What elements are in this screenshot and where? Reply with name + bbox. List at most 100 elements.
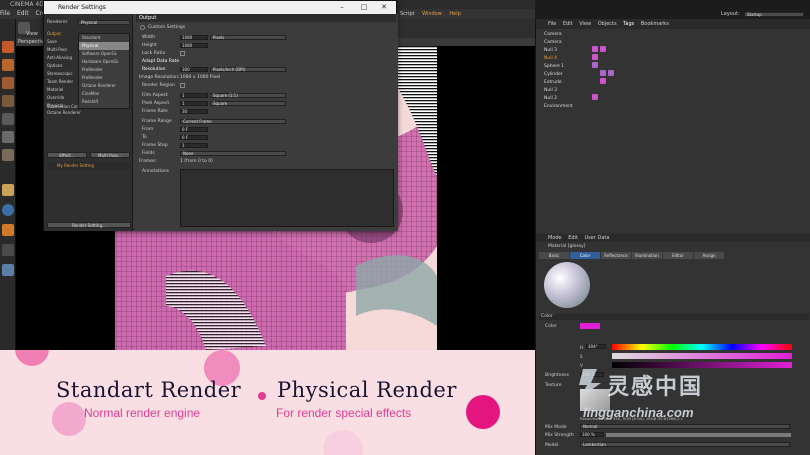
frame-step-field[interactable]: 1 xyxy=(180,143,208,148)
tab-assign[interactable]: Assign xyxy=(694,252,724,259)
polygon-tool-icon[interactable] xyxy=(2,131,14,143)
sidebar-item-output[interactable]: Output xyxy=(47,30,77,38)
renderer-option-cineman[interactable]: CineMan xyxy=(79,90,129,98)
close-icon[interactable]: ✕ xyxy=(374,1,394,14)
hue-slider[interactable] xyxy=(612,344,792,350)
sidebar-item-options[interactable]: Options xyxy=(47,62,77,70)
sidebar-item-material-override[interactable]: Material Override xyxy=(47,86,77,102)
select-tool-icon[interactable] xyxy=(2,41,14,53)
mix-strength-slider[interactable] xyxy=(606,433,791,437)
fields-select[interactable]: None xyxy=(180,151,286,156)
menu-file[interactable]: File xyxy=(0,10,10,17)
material-tag-icon[interactable] xyxy=(592,54,598,60)
move-tool-icon[interactable] xyxy=(2,59,14,71)
tab-reflectance[interactable]: Reflectance xyxy=(601,252,631,259)
object-row[interactable]: Null 3 xyxy=(544,87,557,95)
renderer-option-prorender-2[interactable]: ProRender xyxy=(79,74,129,82)
attr-menu-mode[interactable]: Mode xyxy=(548,235,562,241)
dialog-titlebar[interactable]: Render Settings – □ ✕ xyxy=(44,1,396,14)
menu-window[interactable]: Window xyxy=(422,11,442,17)
renderer-select[interactable]: Physical xyxy=(78,20,130,25)
attr-menu-user-data[interactable]: User Data xyxy=(585,235,610,241)
maximize-icon[interactable]: □ xyxy=(354,1,374,14)
texture-tool-icon[interactable] xyxy=(2,184,14,196)
custom-settings-toggle[interactable] xyxy=(140,25,145,30)
render-region-checkbox[interactable] xyxy=(180,83,185,88)
material-tag-icon[interactable] xyxy=(592,94,598,100)
model-select[interactable]: Lambertian xyxy=(580,442,790,447)
material-tag-icon[interactable] xyxy=(600,78,606,84)
my-render-setting[interactable]: My Render Setting xyxy=(47,162,131,169)
menu-help[interactable]: Help xyxy=(449,11,460,17)
lock-icon[interactable] xyxy=(2,224,14,236)
resolution-unit-select[interactable]: Pixels/Inch (DPI) xyxy=(210,67,286,72)
sidebar-item-multipass[interactable]: Multi-Pass xyxy=(47,46,77,54)
snap-icon[interactable] xyxy=(2,204,14,216)
tab-basic[interactable]: Basic xyxy=(539,252,569,259)
axis-icon[interactable] xyxy=(2,264,14,276)
obj-menu-bookmarks[interactable]: Bookmarks xyxy=(641,21,669,27)
minimize-icon[interactable]: – xyxy=(332,1,352,14)
object-row[interactable]: Camera xyxy=(544,39,562,47)
sidebar-item-save[interactable]: Save xyxy=(47,38,77,46)
object-row[interactable]: Sphere 1 xyxy=(544,63,564,71)
color-swatch[interactable] xyxy=(580,323,600,329)
tab-illumination[interactable]: Illumination xyxy=(632,252,662,259)
h-field[interactable]: 304° xyxy=(586,344,606,349)
sidebar-item-team-render[interactable]: Team Render xyxy=(47,78,77,86)
renderer-option-physical[interactable]: Physical xyxy=(79,42,129,50)
material-tag-icon[interactable] xyxy=(592,46,598,52)
renderer-option-software-opengl[interactable]: Software OpenGL xyxy=(79,50,129,58)
resolution-field[interactable]: 300 xyxy=(180,67,208,72)
layout-select[interactable]: Startup xyxy=(744,12,804,17)
material-tag-icon[interactable] xyxy=(592,62,598,68)
effect-button[interactable]: Effect... xyxy=(47,152,87,158)
object-row[interactable]: Extrude xyxy=(544,79,562,87)
width-field[interactable]: 1080 xyxy=(180,35,208,40)
object-row[interactable]: Camera xyxy=(544,31,562,39)
render-setting-button[interactable]: Render Setting... xyxy=(47,222,131,228)
film-aspect-field[interactable]: 1 xyxy=(180,93,208,98)
grid-icon[interactable] xyxy=(2,244,14,256)
width-unit-select[interactable]: Pixels xyxy=(210,35,286,40)
menu-script[interactable]: Script xyxy=(400,11,415,17)
object-row[interactable]: Null 3 xyxy=(544,47,557,55)
cube-tool-icon[interactable] xyxy=(2,113,14,125)
sidebar-item-anti-aliasing[interactable]: Anti-Aliasing xyxy=(47,54,77,62)
obj-menu-file[interactable]: File xyxy=(548,21,556,27)
height-field[interactable]: 1080 xyxy=(180,43,208,48)
multipass-button[interactable]: Multi-Pass... xyxy=(90,152,130,158)
object-row[interactable]: Cylinder xyxy=(544,71,563,79)
renderer-option-hardware-opengl[interactable]: Hardware OpenGL xyxy=(79,58,129,66)
menu-edit[interactable]: Edit xyxy=(17,10,29,17)
renderer-option-octane[interactable]: Octane Renderer xyxy=(79,82,129,90)
tab-editor[interactable]: Editor xyxy=(663,252,693,259)
sidebar-item-octane[interactable]: Octane Renderer xyxy=(47,110,131,116)
object-row[interactable]: Environment xyxy=(544,103,573,111)
object-row[interactable]: Null 4 xyxy=(544,55,557,63)
obj-menu-objects[interactable]: Objects xyxy=(598,21,617,27)
frame-rate-field[interactable]: 30 xyxy=(180,109,208,114)
pixel-aspect-select[interactable]: Square xyxy=(210,101,286,106)
material-tag-icon[interactable] xyxy=(600,46,606,52)
film-aspect-select[interactable]: Square (1:1) xyxy=(210,93,286,98)
attr-menu-edit[interactable]: Edit xyxy=(568,235,578,241)
object-row[interactable]: Null 2 xyxy=(544,95,557,103)
lock-ratio-checkbox[interactable] xyxy=(180,51,185,56)
tab-color[interactable]: Color xyxy=(570,252,600,259)
frame-range-select[interactable]: Current Frame xyxy=(180,119,286,124)
saturation-slider[interactable] xyxy=(612,353,792,359)
view-menu[interactable]: View xyxy=(26,31,38,37)
obj-menu-tags[interactable]: Tags xyxy=(623,21,634,27)
obj-menu-edit[interactable]: Edit xyxy=(563,21,573,27)
renderer-option-redshift[interactable]: Redshift xyxy=(79,98,129,106)
pixel-aspect-field[interactable]: 1 xyxy=(180,101,208,106)
sidebar-item-stereoscopic[interactable]: Stereoscopic xyxy=(47,70,77,78)
material-tag-icon[interactable] xyxy=(608,70,614,76)
renderer-option-standard[interactable]: Standard xyxy=(79,34,129,42)
from-field[interactable]: 0 F xyxy=(180,127,208,132)
scale-tool-icon[interactable] xyxy=(2,77,14,89)
mix-strength-field[interactable]: 100 % xyxy=(580,432,604,437)
material-tag-icon[interactable] xyxy=(600,70,606,76)
renderer-option-prorender[interactable]: ProRender xyxy=(79,66,129,74)
